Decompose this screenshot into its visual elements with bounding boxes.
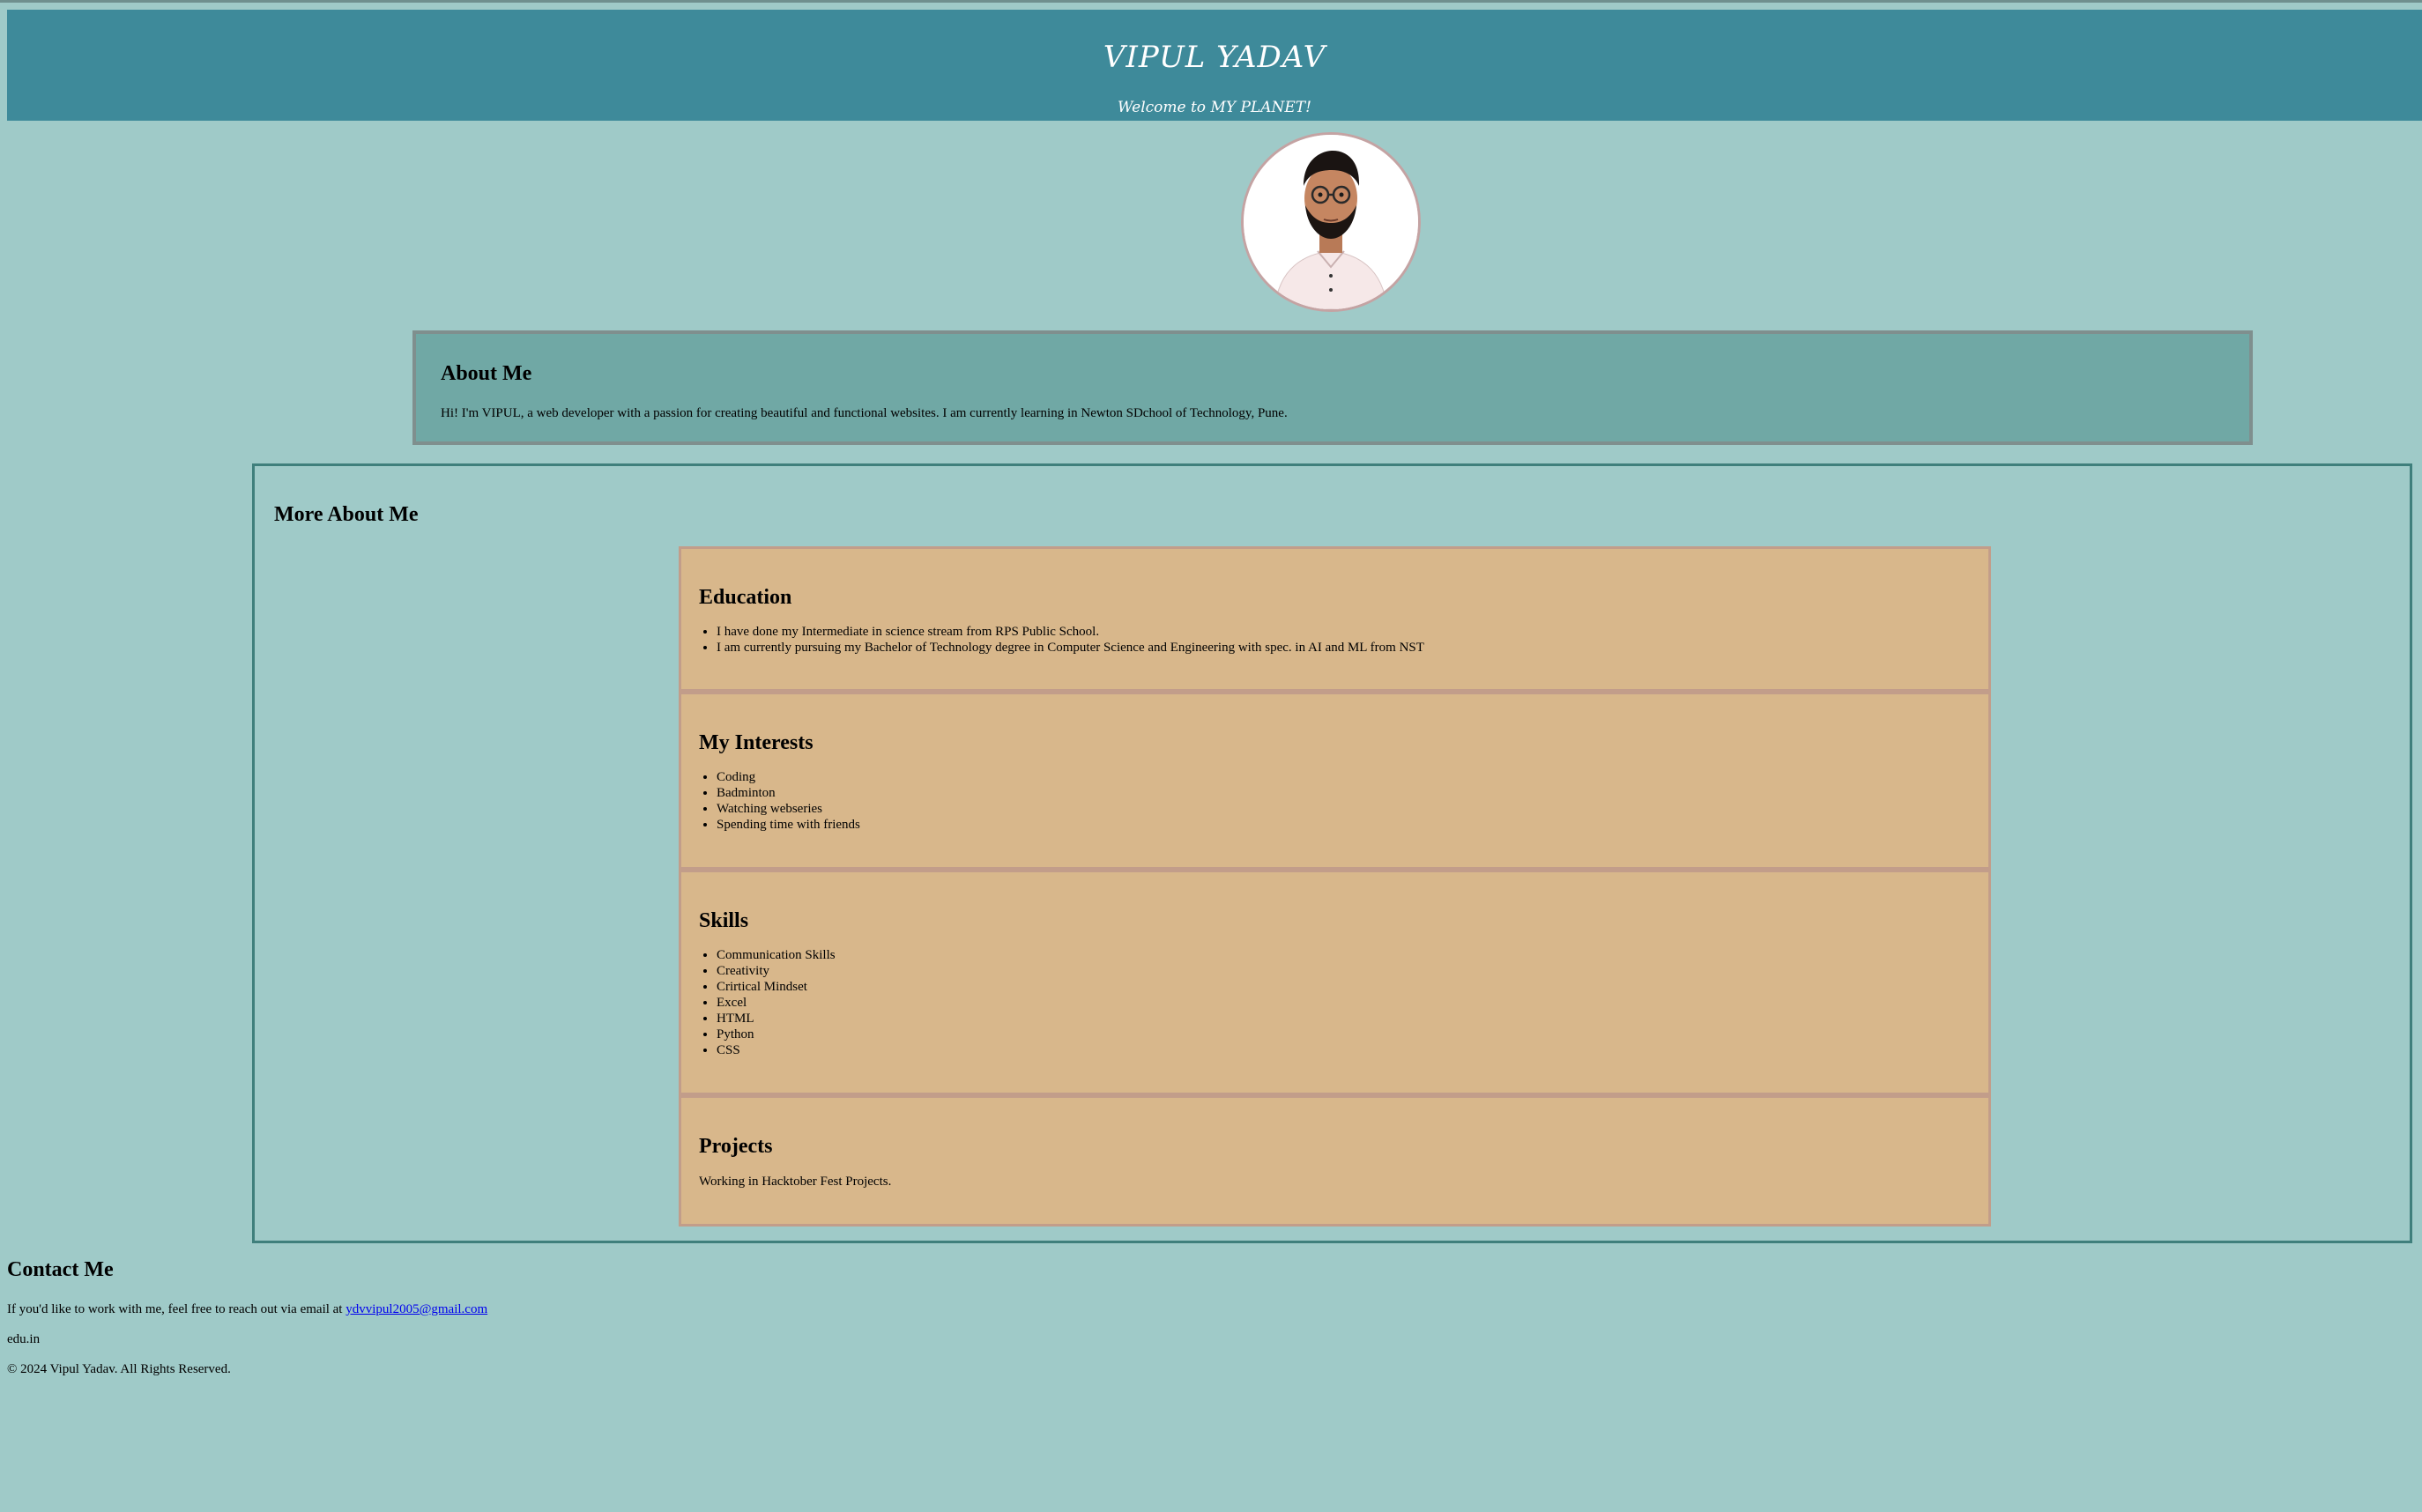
education-list: I have done my Intermediate in science s… [681, 624, 1424, 656]
more-about-section: More About Me Education I have done my I… [252, 463, 2412, 1243]
list-item: HTML [717, 1011, 836, 1027]
list-item: Creativity [717, 963, 836, 979]
copyright-text: © 2024 Vipul Yadav. All Rights Reserved. [7, 1362, 231, 1376]
contact-section: Contact Me If you'd like to work with me… [7, 1258, 800, 1376]
contact-text: If you'd like to work with me, feel free… [7, 1302, 487, 1317]
projects-text: Working in Hacktober Fest Projects. [699, 1175, 892, 1189]
education-heading: Education [699, 586, 792, 609]
email-link[interactable]: ydvvipul2005@gmail.com [345, 1302, 487, 1316]
skills-list: Communication Skills Creativity Crirtica… [681, 947, 836, 1058]
about-text: Hi! I'm VIPUL, a web developer with a pa… [441, 406, 1288, 420]
interests-heading: My Interests [699, 731, 814, 754]
interests-list: Coding Badminton Watching webseries Spen… [681, 769, 860, 833]
more-about-heading: More About Me [274, 503, 419, 526]
projects-heading: Projects [699, 1135, 773, 1158]
interests-card: My Interests Coding Badminton Watching w… [679, 692, 1991, 870]
list-item: Coding [717, 769, 860, 785]
skills-card: Skills Communication Skills Creativity C… [679, 870, 1991, 1095]
list-item: I have done my Intermediate in science s… [717, 624, 1424, 640]
site-title: VIPUL YADAV [1103, 40, 1326, 75]
list-item: Python [717, 1027, 836, 1042]
list-item: Badminton [717, 785, 860, 801]
page-header: VIPUL YADAV Welcome to MY PLANET! [7, 10, 2422, 121]
list-item: Spending time with friends [717, 817, 860, 833]
list-item: Crirtical Mindset [717, 979, 836, 995]
contact-intro: If you'd like to work with me, feel free… [7, 1302, 346, 1316]
contact-extra: edu.in [7, 1332, 41, 1346]
profile-avatar [1241, 132, 1421, 312]
list-item: Communication Skills [717, 947, 836, 963]
projects-card: Projects Working in Hacktober Fest Proje… [679, 1095, 1991, 1227]
site-subtitle: Welcome to MY PLANET! [1118, 99, 1311, 116]
top-border [0, 0, 2422, 5]
about-heading: About Me [441, 362, 532, 385]
education-card: Education I have done my Intermediate in… [679, 546, 1991, 692]
profile-photo-icon [1244, 135, 1418, 309]
about-section: About Me Hi! I'm VIPUL, a web developer … [412, 330, 2253, 445]
list-item: CSS [717, 1042, 836, 1058]
skills-heading: Skills [699, 909, 749, 932]
list-item: I am currently pursuing my Bachelor of T… [717, 640, 1424, 656]
list-item: Watching webseries [717, 801, 860, 817]
list-item: Excel [717, 995, 836, 1011]
contact-heading: Contact Me [7, 1258, 114, 1281]
